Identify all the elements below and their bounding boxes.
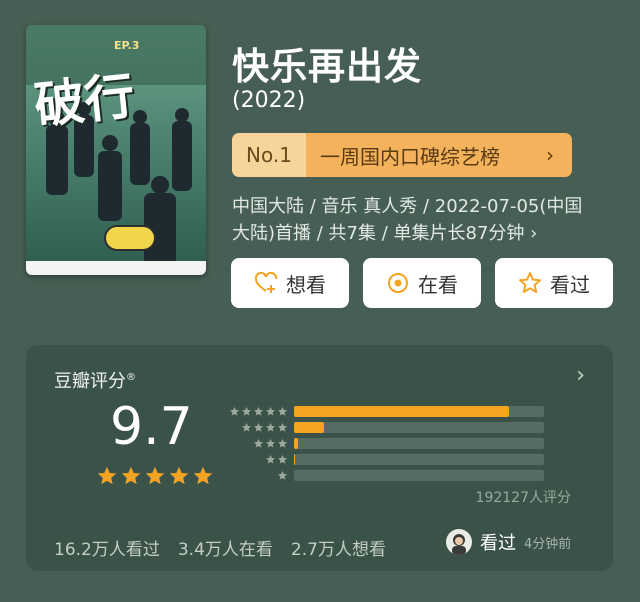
rating-title: 豆瓣评分® <box>54 367 136 393</box>
stat-watching[interactable]: 3.4万人在看 <box>178 535 273 560</box>
rating-score: 9.7 <box>110 397 193 457</box>
chevron-right-icon: › <box>546 143 554 167</box>
stat-watched[interactable]: 16.2万人看过 <box>54 535 160 560</box>
star-outline-icon <box>519 272 541 293</box>
watching-button[interactable]: 在看 <box>363 258 481 308</box>
watched-button[interactable]: 看过 <box>495 258 613 308</box>
star-icon <box>192 465 214 491</box>
watch-stats: 16.2万人看过 3.4万人在看 2.7万人想看 <box>54 535 386 560</box>
heart-plus-icon <box>254 271 278 293</box>
page-title: 快乐再出发 <box>232 45 422 88</box>
meta-line-2: 大陆)首播 / 共7集 / 单集片长87分钟 › <box>232 223 538 244</box>
rating-bar-track <box>294 453 544 465</box>
rating-card[interactable]: 豆瓣评分® › 9.7 192127人评分 16.2万人看过 3.4万人在看 2… <box>26 345 613 571</box>
watched-label: 看过 <box>550 272 590 297</box>
rating-bar-track <box>294 405 544 417</box>
recent-activity[interactable]: 看过 4分钟前 <box>446 529 571 555</box>
rating-bar-row <box>224 467 544 483</box>
poster-badge-icon <box>104 225 156 251</box>
rank-name: 一周国内口碑综艺榜 <box>320 144 500 169</box>
recent-time: 4分钟前 <box>524 536 572 552</box>
rating-count[interactable]: 192127人评分 <box>476 487 571 507</box>
rating-bar-track <box>294 469 544 481</box>
rating-bar-fill <box>294 405 509 417</box>
rating-bar-fill <box>294 437 298 449</box>
rank-name-section: 一周国内口碑综艺榜 › <box>306 133 572 177</box>
rating-bar-fill <box>294 453 295 465</box>
avatar <box>446 529 472 555</box>
poster-episode-tag: EP.3 <box>114 39 140 52</box>
rank-chip[interactable]: No.1 一周国内口碑综艺榜 › <box>232 133 572 177</box>
star-icon <box>277 466 288 485</box>
rating-bar-track <box>294 421 544 433</box>
rating-bar-fill <box>294 421 324 433</box>
release-year: (2022) <box>232 88 306 113</box>
want-to-watch-button[interactable]: 想看 <box>231 258 349 308</box>
poster-title-art: 破行 <box>31 65 138 136</box>
star-icon <box>168 465 190 491</box>
star-icon <box>96 465 118 491</box>
star-icon <box>120 465 142 491</box>
meta-line-1: 中国大陆 / 音乐 真人秀 / 2022-07-05(中国 <box>232 196 583 217</box>
bar-stars <box>224 466 288 485</box>
star-icon <box>144 465 166 491</box>
rating-bar-track <box>294 437 544 449</box>
recent-action: 看过 <box>480 533 516 554</box>
show-meta[interactable]: 中国大陆 / 音乐 真人秀 / 2022-07-05(中国 大陆)首播 / 共7… <box>232 193 612 247</box>
score-stars <box>96 465 214 491</box>
want-label: 想看 <box>286 272 326 297</box>
rating-title-text: 豆瓣评分 <box>54 371 126 392</box>
registered-mark: ® <box>126 372 136 383</box>
target-icon <box>388 273 408 293</box>
rank-number: No.1 <box>232 133 306 177</box>
stat-want[interactable]: 2.7万人想看 <box>291 535 386 560</box>
poster-image[interactable]: 破行 EP.3 <box>26 25 206 275</box>
chevron-right-icon[interactable]: › <box>576 363 585 388</box>
watching-label: 在看 <box>418 272 458 297</box>
rating-distribution <box>224 403 544 483</box>
